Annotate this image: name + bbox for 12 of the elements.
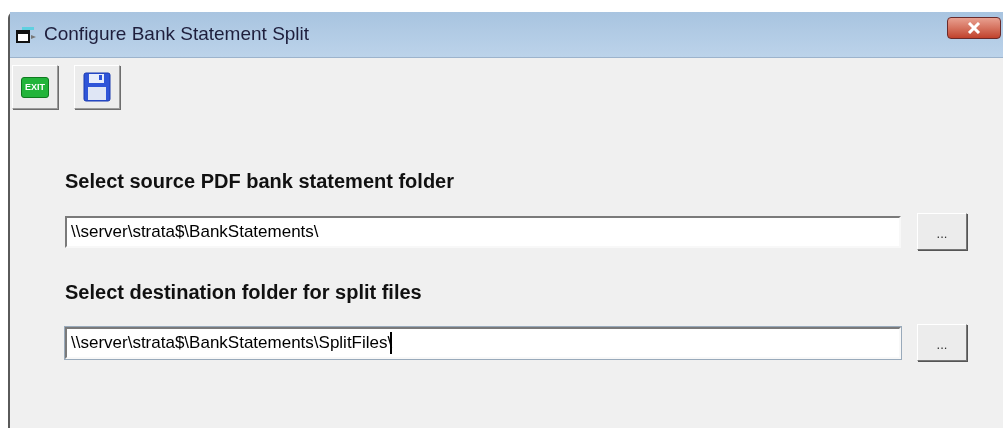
browse-button[interactable]: ... [917, 213, 967, 250]
exit-icon: EXIT [21, 76, 49, 98]
folder-path-field[interactable]: \\server\strata$\BankStatements\ [65, 215, 901, 248]
section-heading: Select source PDF bank statement folder [65, 169, 455, 193]
save-button[interactable] [74, 65, 120, 109]
window-icon [16, 25, 38, 44]
browse-button[interactable]: ... [917, 324, 967, 361]
window-title: Configure Bank Statement Split [44, 22, 310, 47]
close-button[interactable] [947, 16, 1001, 39]
close-icon [967, 21, 981, 34]
section-heading: Select destination folder for split files [65, 280, 423, 304]
folder-path-field[interactable]: \\server\strata$\BankStatements\SplitFiles\ [65, 326, 901, 359]
